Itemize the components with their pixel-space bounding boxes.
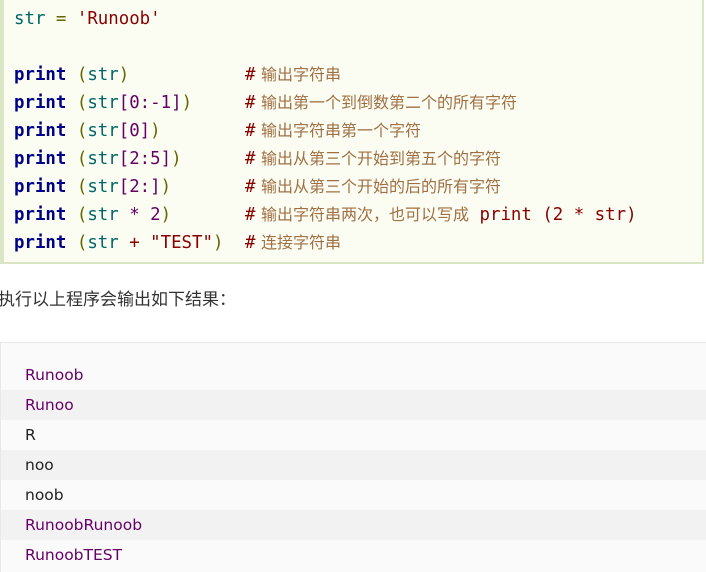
code-line-print-1: print (str) (14, 61, 129, 89)
code-line-assign: str = 'Runoob' (14, 5, 161, 33)
code-paren-open: ( (66, 121, 88, 141)
code-comment-4: # 输出从第三个开始到第五个的字符 (245, 145, 501, 173)
comment-hash: # (245, 149, 256, 169)
comment-text: 输出从第三个开始到第五个的字符 (261, 149, 502, 168)
code-slice: [0:-1] (118, 93, 182, 113)
code-slice: [2:] (118, 177, 161, 197)
code-keyword: print (14, 149, 67, 169)
code-comment-1: # 输出字符串 (245, 61, 341, 89)
code-var: str (87, 233, 119, 253)
code-paren-open: ( (66, 65, 88, 85)
code-var: str (87, 93, 119, 113)
page: str = 'Runoob' print (str) # 输出字符串 print… (0, 0, 706, 572)
code-comment-6: # 输出字符串两次，也可以写成 print (2 * str) (245, 201, 637, 229)
code-paren-open: ( (66, 177, 88, 197)
comment-hash: # (245, 205, 256, 225)
code-line-print-6: print (str * 2) (14, 201, 171, 229)
comment-text: 输出字符串 (261, 65, 342, 84)
code-line-print-7: print (str + "TEST") (14, 229, 223, 257)
code-line-print-2: print (str[0:-1]) (14, 89, 192, 117)
code-comment-3: # 输出字符串第一个字符 (245, 117, 421, 145)
code-paren-close: ) (212, 233, 224, 253)
code-keyword: print (14, 205, 67, 225)
comment-hash: # (245, 233, 256, 253)
code-keyword: print (14, 65, 67, 85)
code-keyword: print (14, 93, 67, 113)
comment-hash: # (245, 177, 256, 197)
code-comment-2: # 输出第一个到倒数第二个的所有字符 (245, 89, 517, 117)
output-line: RunoobTEST (1, 540, 706, 570)
code-var: str (14, 9, 46, 29)
comment-hash: # (245, 121, 256, 141)
comment-text: 输出从第三个开始的后的所有字符 (261, 177, 502, 196)
code-paren-close: ) (160, 205, 172, 225)
code-var: str (87, 149, 119, 169)
output-line: noo (1, 450, 706, 480)
comment-hash: # (245, 93, 256, 113)
output-block: Runoob Runoo R noo noob RunoobRunoob Run… (0, 342, 706, 572)
code-paren-open: ( (66, 205, 88, 225)
code-paren-open: ( (66, 93, 88, 113)
intro-text: 执行以上程序会输出如下结果： (0, 290, 236, 310)
code-keyword: print (14, 121, 67, 141)
code-comment-5: # 输出从第三个开始的后的所有字符 (245, 173, 501, 201)
comment-text: 输出字符串第一个字符 (261, 121, 422, 140)
output-line: R (1, 420, 706, 450)
code-paren-open: ( (66, 233, 88, 253)
code-paren-open: ( (66, 149, 88, 169)
code-var: str (87, 121, 119, 141)
code-slice: [0] (118, 121, 151, 141)
code-comment-7: # 连接字符串 (245, 229, 341, 257)
code-slice: + "TEST" (118, 233, 213, 253)
code-var: str (87, 177, 119, 197)
code-block: str = 'Runoob' print (str) # 输出字符串 print… (0, 0, 704, 264)
comment-text: 输出第一个到倒数第二个的所有字符 (261, 93, 518, 112)
output-line: Runoo (1, 390, 706, 420)
code-slice: [2:5] (118, 149, 172, 169)
code-line-print-5: print (str[2:]) (14, 173, 171, 201)
output-line: Runoob (1, 360, 706, 390)
code-op: = (45, 9, 77, 29)
code-var: str (87, 65, 119, 85)
code-keyword: print (14, 233, 67, 253)
code-paren-close: ) (171, 149, 182, 169)
code-var: str (87, 205, 119, 225)
code-line-print-4: print (str[2:5]) (14, 145, 182, 173)
comment-text: 连接字符串 (261, 233, 342, 252)
code-paren-close: ) (150, 121, 161, 141)
code-paren-close: ) (181, 93, 193, 113)
code-line-print-3: print (str[0]) (14, 117, 161, 145)
code-slice: * 2 (118, 205, 161, 225)
output-line: noob (1, 480, 706, 510)
comment-code: print (2 * str) (469, 205, 637, 225)
code-paren-close: ) (118, 65, 130, 85)
comment-text: 输出字符串两次，也可以写成 (261, 205, 470, 224)
comment-hash: # (245, 65, 256, 85)
code-paren-close: ) (160, 177, 172, 197)
output-line: RunoobRunoob (1, 510, 706, 540)
code-string: 'Runoob' (76, 9, 161, 29)
code-keyword: print (14, 177, 67, 197)
